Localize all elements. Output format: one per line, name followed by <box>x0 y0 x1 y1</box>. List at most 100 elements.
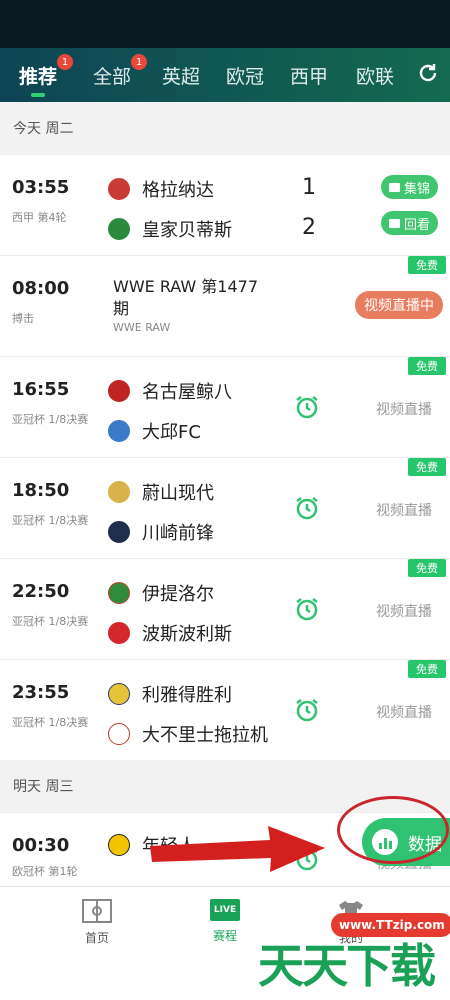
match-time: 22:50 <box>12 581 70 602</box>
match-league: 西甲 第4轮 <box>12 211 67 224</box>
match-league: 欧冠杯 第1轮 <box>12 865 78 878</box>
highlights-button[interactable]: 集锦 <box>381 175 439 199</box>
free-badge: 免费 <box>408 256 446 274</box>
video-stream-label[interactable]: 视频直播 <box>376 399 432 419</box>
button-label: 集锦 <box>404 181 431 197</box>
match-league: 亚冠杯 1/8决赛 <box>12 716 89 729</box>
alarm-clock-icon[interactable] <box>293 595 321 623</box>
away-team: 波斯波利斯 <box>108 621 232 645</box>
red-arrow-annotation <box>150 826 325 872</box>
video-stream-label[interactable]: 视频直播 <box>376 601 432 621</box>
free-badge: 免费 <box>408 660 446 678</box>
team-logo <box>108 218 130 240</box>
match-league: 亚冠杯 1/8决赛 <box>12 615 89 628</box>
away-team: 川崎前锋 <box>108 520 214 544</box>
button-label: 回看 <box>404 217 431 233</box>
team-name: 蔚山现代 <box>142 483 214 504</box>
match-league: 亚冠杯 1/8决赛 <box>12 413 89 426</box>
away-team: 大邱FC <box>108 419 201 443</box>
home-team: 蔚山现代 <box>108 480 214 504</box>
event-title: WWE RAW 第1477期 <box>113 277 259 318</box>
tab-badge: 1 <box>131 54 147 70</box>
match-time: 00:30 <box>12 835 70 856</box>
team-logo <box>108 622 130 644</box>
video-stream-label[interactable]: 视频直播 <box>376 500 432 520</box>
match-card[interactable]: 18:50 亚冠杯 1/8决赛 蔚山现代 川崎前锋 免费 视频直播 <box>0 457 450 558</box>
team-logo <box>108 178 130 200</box>
team-logo <box>108 683 130 705</box>
team-logo <box>108 521 130 543</box>
refresh-icon[interactable] <box>416 61 440 85</box>
free-badge: 免费 <box>408 559 446 577</box>
away-team: 皇家贝蒂斯 <box>108 217 232 241</box>
match-card[interactable]: 16:55 亚冠杯 1/8决赛 名古屋鲸八 大邱FC 免费 视频直播 <box>0 356 450 457</box>
tab-badge: 1 <box>57 54 73 70</box>
nav-label: 首页 <box>84 931 109 945</box>
match-time: 16:55 <box>12 379 70 400</box>
tab-recommended[interactable]: 推荐 1 <box>15 48 73 102</box>
nav-label: 赛程 <box>212 929 237 943</box>
match-league: 搏击 <box>12 312 34 325</box>
team-logo <box>108 834 130 856</box>
status-bar <box>0 0 450 48</box>
team-name: 皇家贝蒂斯 <box>142 220 232 241</box>
team-logo <box>108 723 130 745</box>
team-name: 伊提洛尔 <box>142 584 214 605</box>
tab-label: 英超 <box>161 65 200 88</box>
home-team: 名古屋鲸八 <box>108 379 232 403</box>
match-time: 03:55 <box>12 177 70 198</box>
tab-label: 全部 <box>92 65 131 88</box>
tab-champions-league[interactable]: 欧冠 <box>222 48 268 102</box>
highlights-icon <box>389 182 400 192</box>
tab-premier-league[interactable]: 英超 <box>158 48 204 102</box>
replay-icon <box>389 218 400 228</box>
match-card[interactable]: 23:55 亚冠杯 1/8决赛 利雅得胜利 大不里士拖拉机 免费 视频直播 <box>0 659 450 760</box>
away-score: 2 <box>302 215 316 240</box>
event-subtitle: WWE RAW <box>113 321 171 334</box>
team-name: 川崎前锋 <box>142 523 214 544</box>
watermark-logo: 天天下载 <box>258 939 436 993</box>
live-tv-icon: LIVE <box>210 899 240 921</box>
team-logo <box>108 582 130 604</box>
category-tabs: 推荐 1 全部 1 英超 欧冠 西甲 欧联 <box>0 48 450 102</box>
away-team: 大不里士拖拉机 <box>108 722 268 746</box>
match-card[interactable]: 08:00 搏击 WWE RAW 第1477期 WWE RAW 免费 视频直播中 <box>0 255 450 356</box>
alarm-clock-icon[interactable] <box>293 696 321 724</box>
soccer-field-icon <box>82 899 112 923</box>
tab-label: 西甲 <box>289 65 328 88</box>
team-logo <box>108 481 130 503</box>
match-league: 亚冠杯 1/8决赛 <box>12 514 89 527</box>
red-circle-annotation <box>337 796 449 864</box>
team-name: 利雅得胜利 <box>142 685 232 706</box>
nav-schedule[interactable]: LIVE 赛程 <box>180 899 270 944</box>
home-score: 1 <box>302 175 316 200</box>
home-team: 格拉纳达 <box>108 177 214 201</box>
tab-la-liga[interactable]: 西甲 <box>286 48 332 102</box>
team-logo <box>108 380 130 402</box>
alarm-clock-icon[interactable] <box>293 494 321 522</box>
match-card[interactable]: 03:55 西甲 第4轮 格拉纳达 皇家贝蒂斯 1 2 集锦 回看 <box>0 154 450 255</box>
date-header: 今天 周二 <box>0 102 450 154</box>
tab-label: 推荐 <box>18 65 57 88</box>
match-card[interactable]: 22:50 亚冠杯 1/8决赛 伊提洛尔 波斯波利斯 免费 视频直播 <box>0 558 450 659</box>
free-badge: 免费 <box>408 357 446 375</box>
replay-button[interactable]: 回看 <box>381 211 439 235</box>
tab-all[interactable]: 全部 1 <box>89 48 147 102</box>
match-time: 08:00 <box>12 278 70 299</box>
match-time: 18:50 <box>12 480 70 501</box>
team-name: 波斯波利斯 <box>142 624 232 645</box>
team-logo <box>108 420 130 442</box>
active-tab-indicator <box>31 93 45 97</box>
alarm-clock-icon[interactable] <box>293 393 321 421</box>
live-now-button[interactable]: 视频直播中 <box>355 291 443 319</box>
nav-home[interactable]: 首页 <box>52 899 142 946</box>
video-stream-label[interactable]: 视频直播 <box>376 702 432 722</box>
team-name: 大邱FC <box>142 422 201 443</box>
tab-europa-league[interactable]: 欧联 <box>352 48 398 102</box>
home-team: 利雅得胜利 <box>108 682 232 706</box>
tab-label: 欧联 <box>355 65 394 88</box>
home-team: 伊提洛尔 <box>108 581 214 605</box>
tab-label: 欧冠 <box>225 65 264 88</box>
team-name: 大不里士拖拉机 <box>142 725 268 746</box>
team-name: 名古屋鲸八 <box>142 382 232 403</box>
